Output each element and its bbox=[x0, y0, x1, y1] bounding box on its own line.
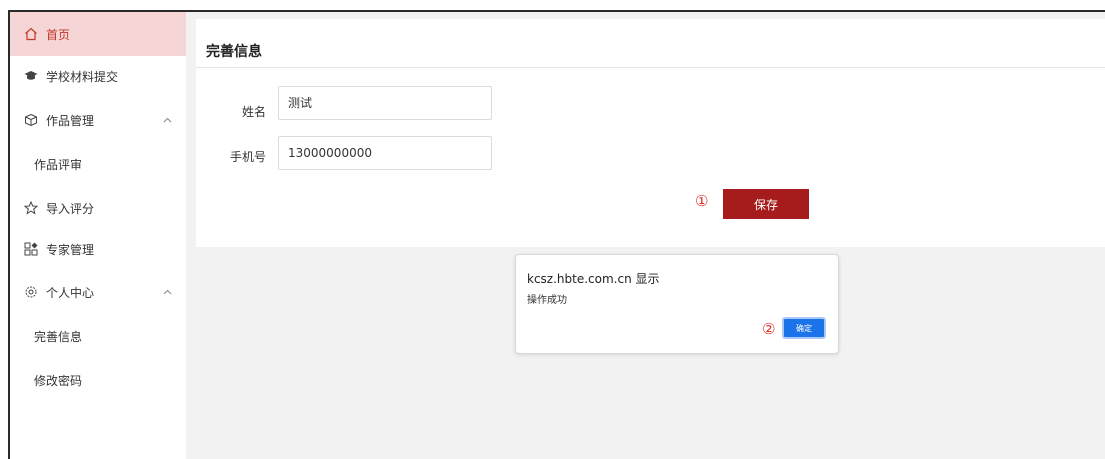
sidebar-item-label: 专家管理 bbox=[46, 242, 95, 257]
phone-label: 手机号 bbox=[229, 150, 266, 164]
cube-icon bbox=[22, 113, 40, 127]
sidebar-item-expert-management[interactable]: 专家管理 bbox=[10, 227, 186, 271]
sidebar-item-label: 修改密码 bbox=[34, 373, 83, 388]
sidebar-item-school-materials[interactable]: 学校材料提交 bbox=[10, 54, 186, 98]
title-divider bbox=[196, 67, 1105, 68]
ok-button[interactable]: 确定 bbox=[782, 317, 826, 339]
gear-icon bbox=[22, 285, 40, 299]
alert-dialog: kcsz.hbte.com.cn 显示 操作成功 ② 确定 bbox=[515, 254, 839, 354]
sidebar-item-import-scores[interactable]: 导入评分 bbox=[10, 186, 186, 230]
app-frame: 首页 学校材料提交 作品管理 作品评审 导入评分 专家管理 个人中心 完善信息 … bbox=[0, 0, 1105, 459]
sidebar: 首页 学校材料提交 作品管理 作品评审 导入评分 专家管理 个人中心 完善信息 … bbox=[10, 12, 186, 459]
form-card bbox=[196, 19, 1105, 247]
step-marker-1: ① bbox=[695, 192, 709, 210]
grid-icon bbox=[22, 242, 40, 256]
home-icon bbox=[22, 27, 40, 41]
sidebar-item-label: 作品管理 bbox=[46, 113, 95, 128]
sidebar-item-complete-info[interactable]: 完善信息 bbox=[10, 314, 186, 358]
star-outline-icon bbox=[22, 201, 40, 215]
sidebar-item-label: 导入评分 bbox=[46, 201, 95, 216]
save-button[interactable]: 保存 bbox=[723, 189, 809, 219]
sidebar-item-works-review[interactable]: 作品评审 bbox=[10, 142, 186, 186]
sidebar-item-label: 作品评审 bbox=[34, 157, 83, 172]
dialog-message: 操作成功 bbox=[527, 295, 567, 306]
chevron-up-icon bbox=[163, 117, 172, 123]
sidebar-item-label: 首页 bbox=[46, 27, 71, 42]
sidebar-item-label: 学校材料提交 bbox=[46, 69, 119, 84]
name-label: 姓名 bbox=[241, 105, 266, 119]
phone-field[interactable]: 13000000000 bbox=[278, 136, 492, 170]
sidebar-item-label: 个人中心 bbox=[46, 285, 95, 300]
graduation-cap-icon bbox=[22, 69, 40, 83]
step-marker-2: ② bbox=[762, 320, 776, 338]
sidebar-item-personal-center[interactable]: 个人中心 bbox=[10, 270, 186, 314]
dialog-origin-text: kcsz.hbte.com.cn 显示 bbox=[527, 272, 660, 286]
sidebar-item-home[interactable]: 首页 bbox=[10, 12, 186, 56]
sidebar-item-label: 完善信息 bbox=[34, 329, 83, 344]
chevron-up-icon bbox=[163, 289, 172, 295]
name-field[interactable]: 测试 bbox=[278, 86, 492, 120]
sidebar-item-change-password[interactable]: 修改密码 bbox=[10, 358, 186, 402]
page-title: 完善信息 bbox=[206, 44, 262, 60]
sidebar-item-works-management[interactable]: 作品管理 bbox=[10, 98, 186, 142]
